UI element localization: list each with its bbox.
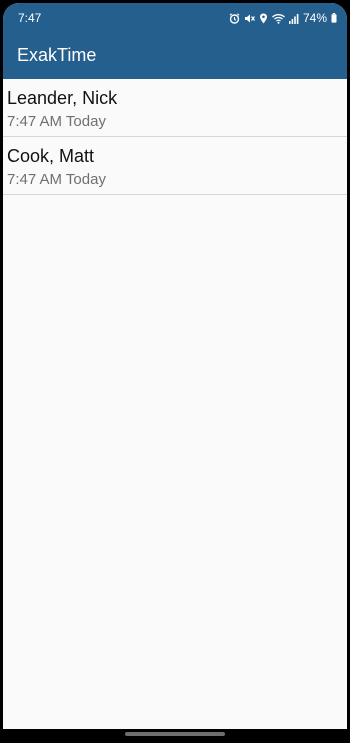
- phone-frame: 7:47 74% ExakTime Leander, Nick 7:47 AM …: [0, 0, 350, 743]
- app-bar: ExakTime: [3, 33, 347, 79]
- battery-icon: [331, 13, 337, 23]
- app-screen: 7:47 74% ExakTime Leander, Nick 7:47 AM …: [3, 3, 347, 729]
- employee-list: Leander, Nick 7:47 AM Today Cook, Matt 7…: [3, 79, 347, 195]
- home-handle[interactable]: [125, 732, 225, 736]
- battery-level: 74%: [302, 11, 327, 25]
- gesture-nav-bar: [0, 729, 350, 743]
- status-icons: 74%: [229, 10, 337, 26]
- punch-time: 7:47 AM Today: [7, 113, 106, 130]
- status-bar: 7:47 74%: [3, 3, 347, 33]
- list-item[interactable]: Cook, Matt 7:47 AM Today: [3, 137, 347, 195]
- alarm-icon: [229, 12, 240, 24]
- status-time: 7:47: [18, 11, 42, 25]
- punch-time: 7:47 AM Today: [7, 171, 106, 188]
- mute-icon: [244, 13, 255, 24]
- employee-name: Leander, Nick: [7, 88, 118, 108]
- employee-name: Cook, Matt: [7, 146, 95, 166]
- signal-icon: [288, 13, 299, 24]
- location-icon: [259, 13, 268, 24]
- wifi-icon: [272, 13, 285, 24]
- list-item[interactable]: Leander, Nick 7:47 AM Today: [3, 79, 347, 137]
- app-title: ExakTime: [17, 45, 97, 65]
